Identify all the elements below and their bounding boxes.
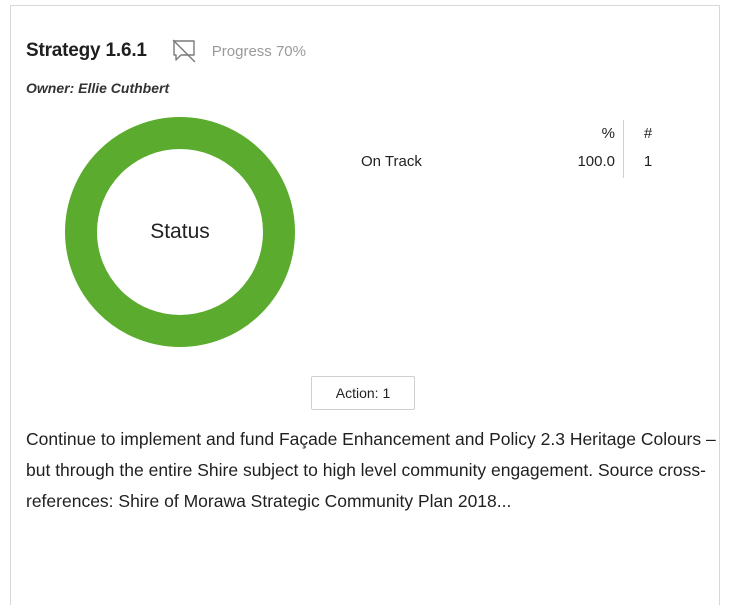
status-count: 1 xyxy=(643,153,653,170)
owner-label: Owner: Ellie Cuthbert xyxy=(26,80,170,96)
title-row: Strategy 1.6.1 Progress 70% xyxy=(26,36,306,66)
comment-disabled-icon[interactable] xyxy=(169,36,199,66)
count-column-header: # xyxy=(643,125,653,142)
status-table-header: % # xyxy=(361,120,671,148)
action-count-button[interactable]: Action: 1 xyxy=(311,376,415,410)
strategy-title: Strategy 1.6.1 xyxy=(26,40,147,61)
strategy-card: Strategy 1.6.1 Progress 70% Owner: Ellie… xyxy=(10,5,720,605)
percent-column-header: % xyxy=(601,125,615,142)
status-legend-table: % # On Track 100.0 1 xyxy=(361,120,671,178)
status-donut-chart: Status xyxy=(64,116,296,348)
strategy-description: Continue to implement and fund Façade En… xyxy=(26,429,716,511)
comment-disabled-icon-graphic xyxy=(172,39,196,63)
progress-text: Progress 70% xyxy=(211,42,306,60)
donut-slice-on-track[interactable] xyxy=(65,117,295,347)
status-donut-svg xyxy=(65,117,295,347)
status-table-row[interactable]: On Track 100.0 1 xyxy=(361,148,671,176)
status-name: On Track xyxy=(361,153,422,170)
status-percent: 100.0 xyxy=(577,153,615,170)
